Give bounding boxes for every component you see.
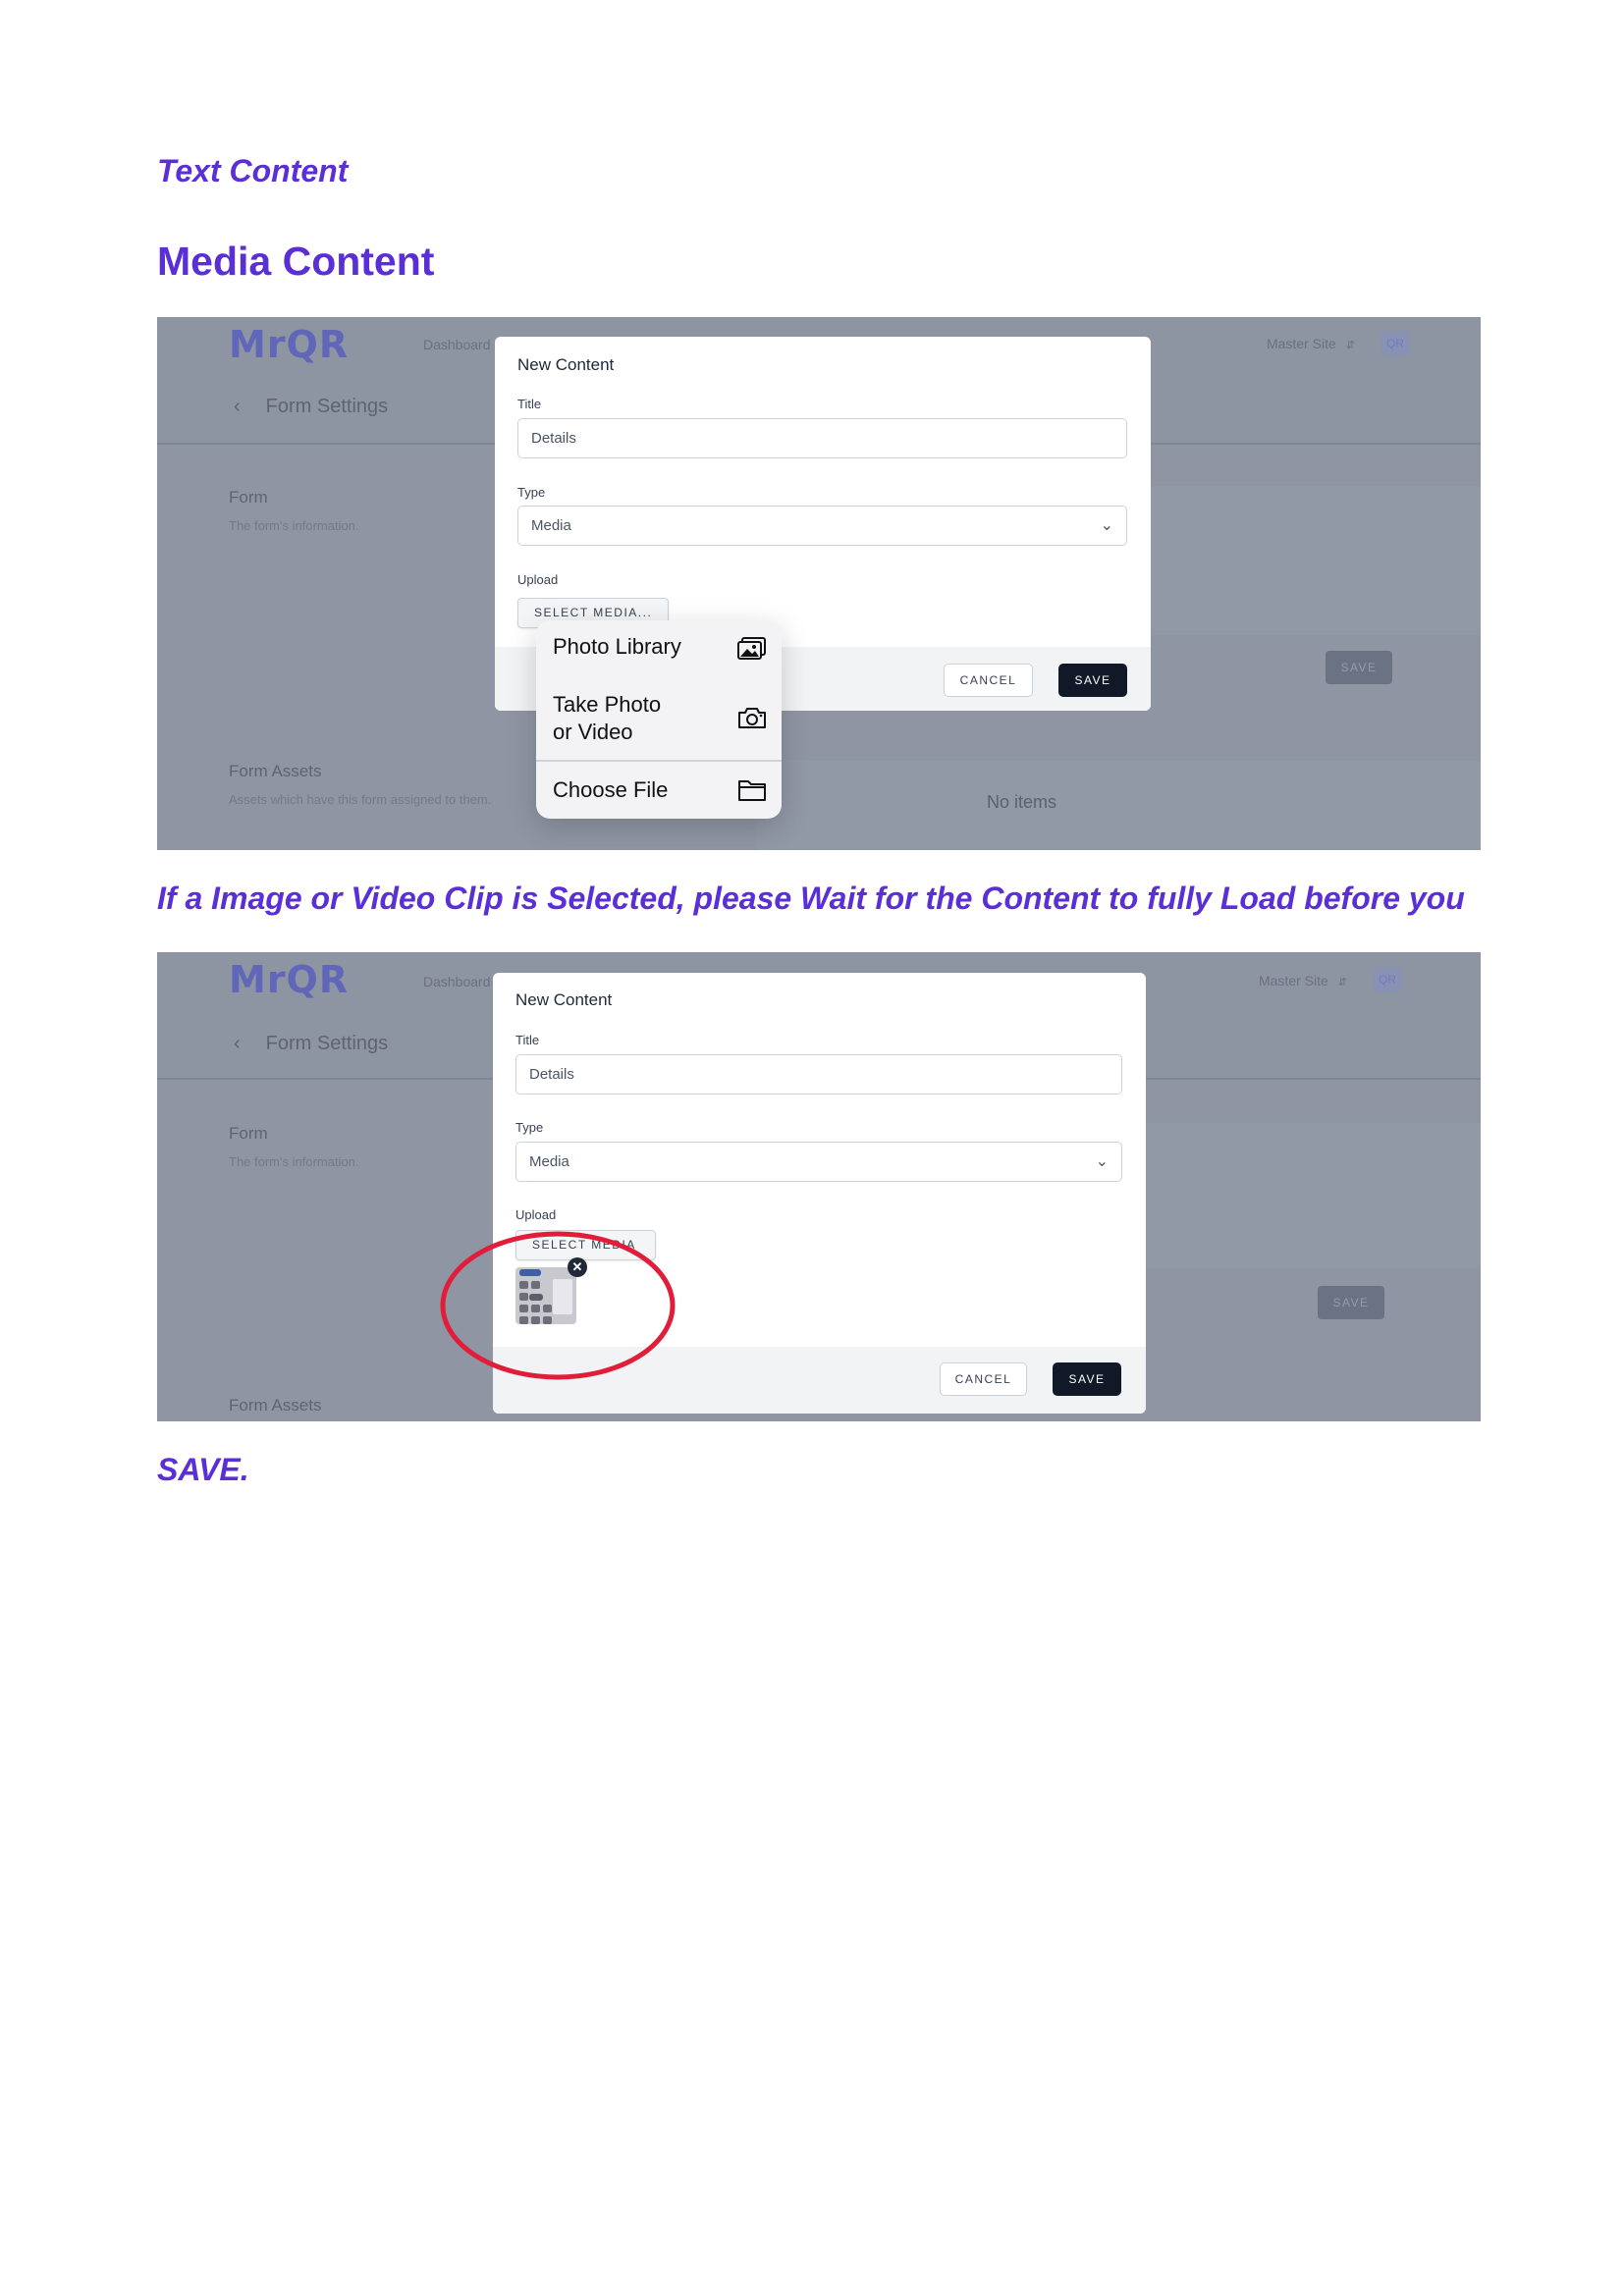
logo: MrQR <box>229 323 350 366</box>
type-select-value: Media <box>531 517 571 534</box>
photo-library-option[interactable]: Photo Library <box>536 620 782 675</box>
updown-icon: ⇵ <box>1345 340 1355 351</box>
choose-file-label: Choose File <box>553 777 669 802</box>
assets-section-subtitle: Assets which have this form assigned to … <box>229 792 492 807</box>
site-selector-label: Master Site <box>1266 336 1336 351</box>
take-photo-label: Take Photo or Video <box>553 692 662 744</box>
heading-media-content: Media Content <box>157 239 435 284</box>
chevron-left-icon: ‹ <box>234 396 241 417</box>
cancel-button[interactable]: CANCEL <box>944 664 1033 697</box>
annotation-circle-icon <box>440 1231 676 1380</box>
site-selector-label: Master Site <box>1258 973 1328 988</box>
camera-icon <box>737 706 767 735</box>
back-row[interactable]: ‹ Form Settings <box>234 1033 388 1055</box>
take-photo-option[interactable]: Take Photo or Video <box>536 675 782 760</box>
type-label: Type <box>517 485 546 500</box>
assets-section-title: Form Assets <box>229 762 322 780</box>
choose-file-option[interactable]: Choose File <box>536 762 782 819</box>
chevron-down-icon: ⌄ <box>1100 517 1113 534</box>
modal-title: New Content <box>515 990 613 1009</box>
form-section-title: Form <box>229 488 268 507</box>
title-label: Title <box>517 397 542 411</box>
photo-library-icon <box>737 637 767 667</box>
user-avatar[interactable]: QR <box>1373 967 1402 992</box>
upload-label: Upload <box>517 572 559 587</box>
upload-label: Upload <box>515 1207 557 1222</box>
save-button[interactable]: SAVE <box>1053 1362 1121 1396</box>
type-select-value: Media <box>529 1153 569 1170</box>
empty-state: No items <box>987 792 1057 812</box>
nav-dashboard[interactable]: Dashboard <box>423 974 491 989</box>
heading-text-content: Text Content <box>157 153 349 188</box>
title-label: Title <box>515 1033 540 1047</box>
final-step-text: SAVE. <box>157 1452 249 1487</box>
screenshot-media-picker: MrQR Dashboard Master Site ⇵ QR ‹ Form Set… <box>157 317 1481 850</box>
form-section-title: Form <box>229 1124 268 1143</box>
save-button[interactable]: SAVE <box>1058 664 1127 697</box>
screenshot-media-selected: MrQR Dashboard Master Site ⇵ QR ‹ Form Set… <box>157 952 1481 1421</box>
assets-section-title: Form Assets <box>229 1396 322 1415</box>
type-label: Type <box>515 1120 544 1135</box>
form-section-subtitle: The form's information. <box>229 518 359 533</box>
modal-title: New Content <box>517 355 615 374</box>
back-row[interactable]: ‹ Form Settings <box>234 396 388 418</box>
media-picker-popover: Photo Library Take Photo or Video Choose… <box>536 620 782 819</box>
cancel-button[interactable]: CANCEL <box>940 1362 1027 1396</box>
instruction-text: If a Image or Video Clip is Selected, pl… <box>157 881 1465 916</box>
site-selector[interactable]: Master Site ⇵ <box>1259 973 1347 988</box>
background-save-button[interactable]: SAVE <box>1326 651 1392 684</box>
background-save-button[interactable]: SAVE <box>1318 1286 1384 1319</box>
photo-library-label: Photo Library <box>553 634 681 659</box>
folder-icon <box>737 778 767 808</box>
form-section-subtitle: The form's information. <box>229 1154 359 1169</box>
chevron-down-icon: ⌄ <box>1095 1153 1109 1170</box>
assets-card <box>756 761 1481 850</box>
chevron-left-icon: ‹ <box>234 1033 241 1054</box>
type-select[interactable]: Media ⌄ <box>515 1142 1122 1182</box>
user-avatar[interactable]: QR <box>1380 331 1410 356</box>
updown-icon: ⇵ <box>1337 977 1347 988</box>
site-selector[interactable]: Master Site ⇵ <box>1267 336 1355 351</box>
logo: MrQR <box>229 958 350 1001</box>
page-title: Form Settings <box>265 1033 389 1054</box>
page-title: Form Settings <box>265 396 389 417</box>
title-input[interactable]: Details <box>515 1054 1122 1095</box>
type-select[interactable]: Media ⌄ <box>517 506 1127 546</box>
nav-dashboard[interactable]: Dashboard <box>423 337 491 352</box>
title-input[interactable]: Details <box>517 418 1127 458</box>
